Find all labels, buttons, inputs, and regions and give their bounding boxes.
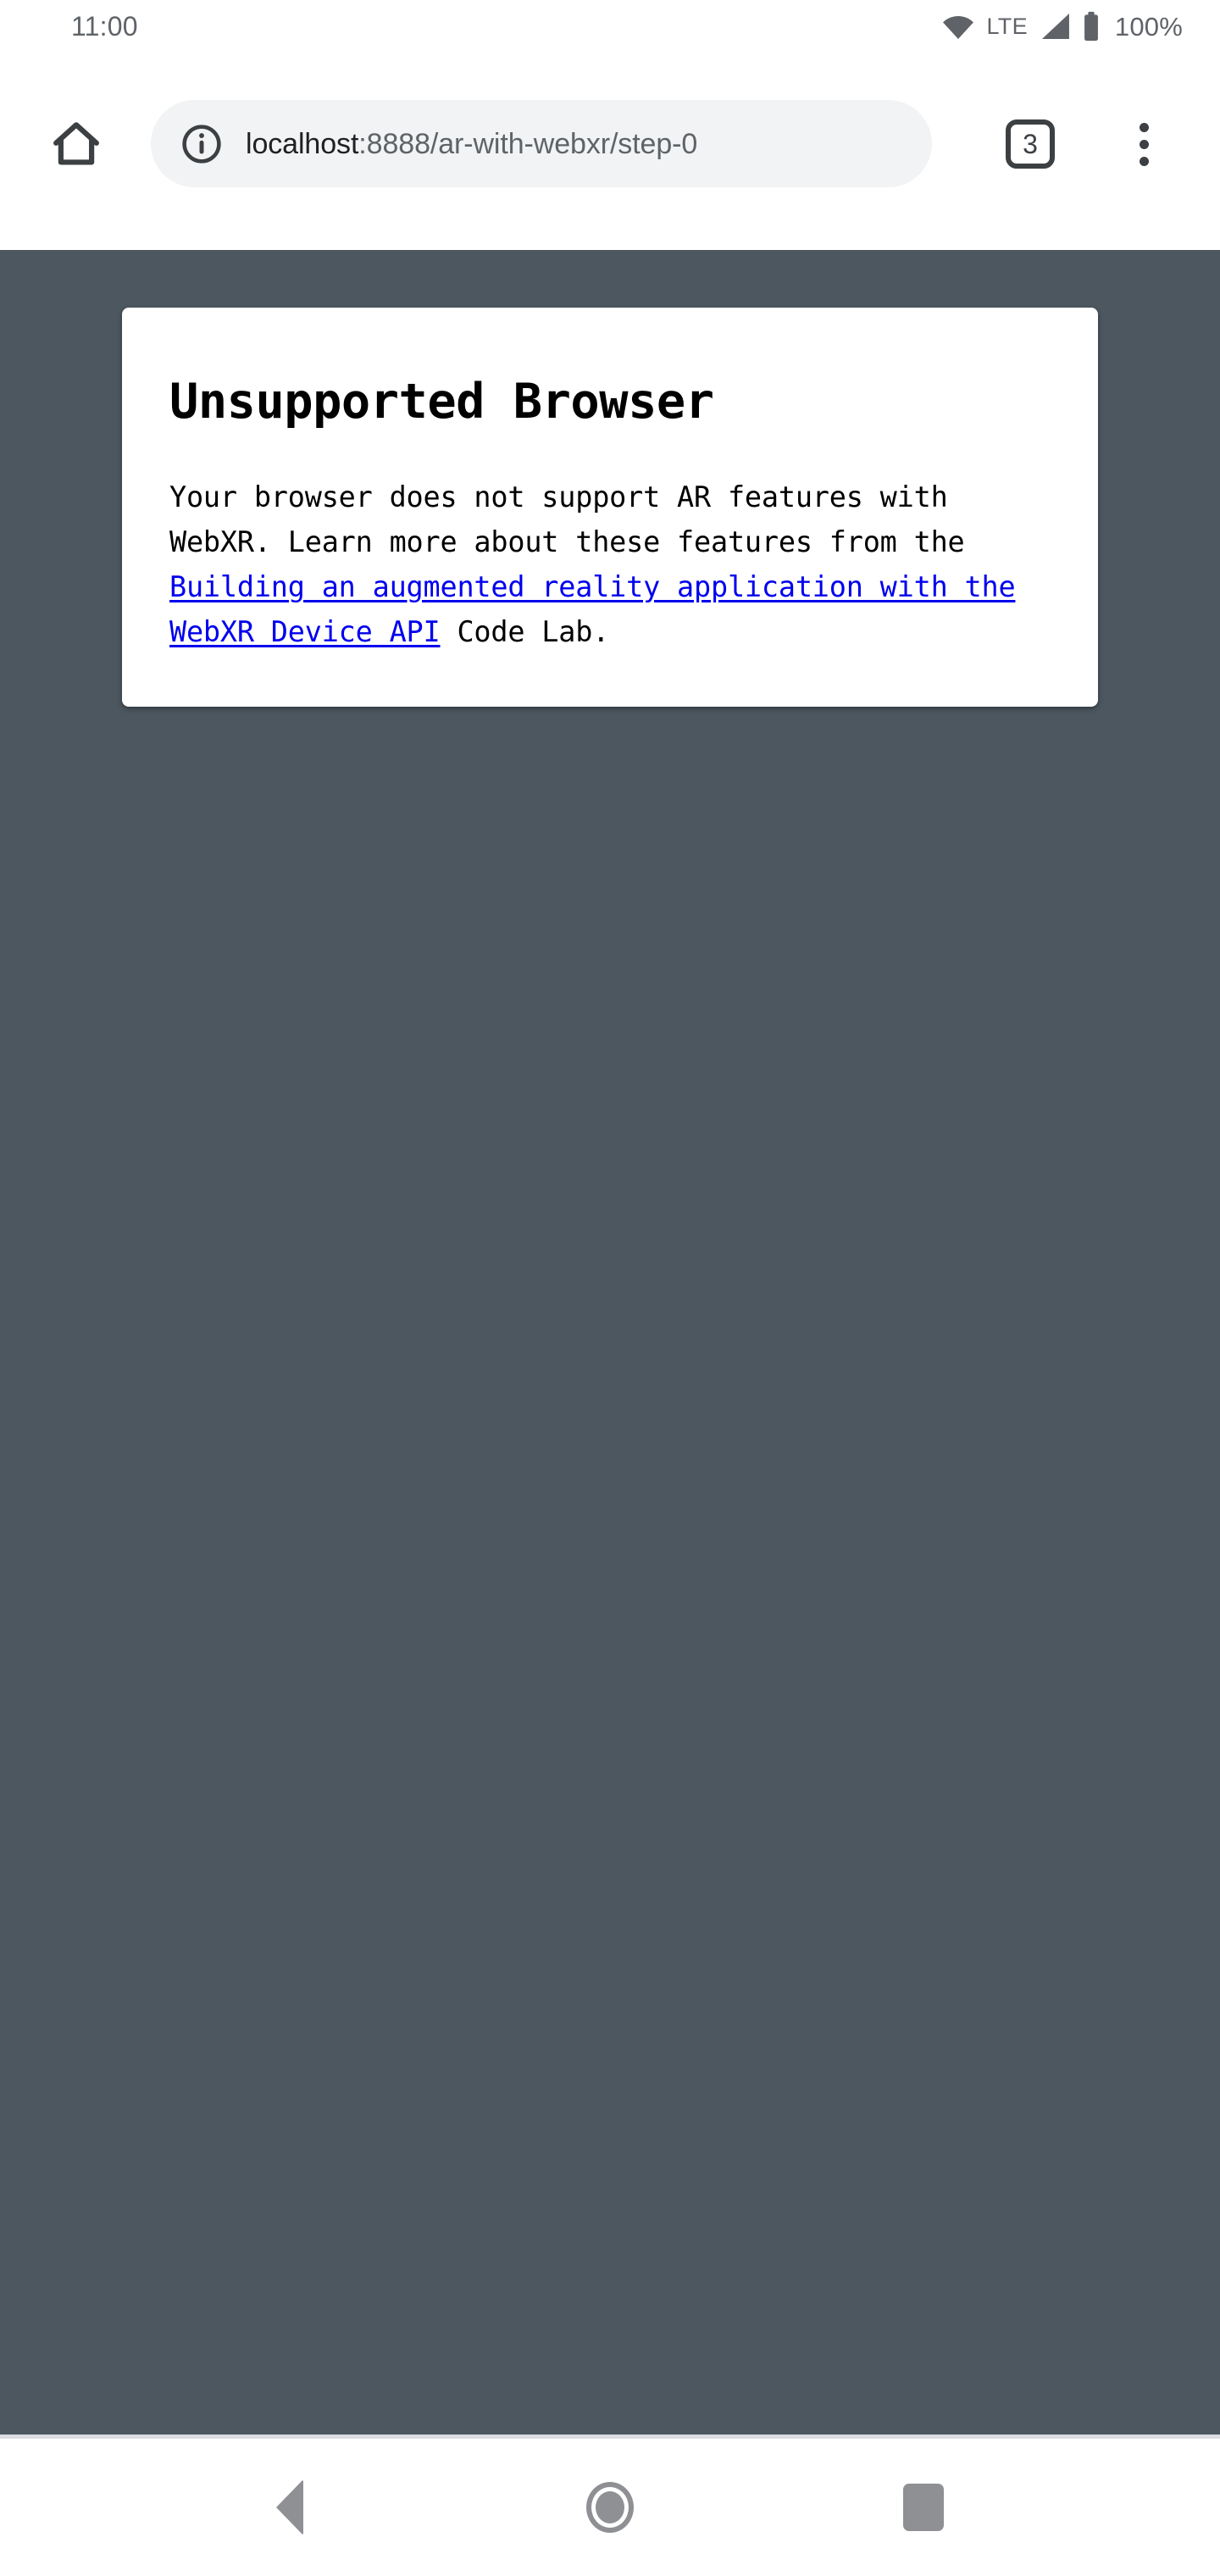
url-bar[interactable]: localhost:8888/ar-with-webxr/step-0	[151, 100, 932, 187]
wifi-icon	[941, 14, 975, 39]
home-circle-icon	[586, 2482, 634, 2533]
status-bar-indicators: LTE 100%	[941, 11, 1183, 42]
tab-switcher-button[interactable]: 3	[996, 110, 1064, 178]
network-type-label: LTE	[986, 13, 1028, 39]
battery-icon	[1082, 11, 1101, 42]
unsupported-browser-card: Unsupported Browser Your browser does no…	[122, 308, 1098, 708]
page-title: Unsupported Browser	[169, 374, 714, 430]
nav-recents-button[interactable]	[839, 2439, 1008, 2576]
url-text: localhost:8888/ar-with-webxr/step-0	[246, 130, 697, 158]
three-dot-menu-icon-dot3	[1139, 156, 1149, 166]
description-text-part2: Code Lab.	[440, 615, 610, 649]
tab-count-box: 3	[1006, 119, 1055, 169]
browser-menu-button[interactable]	[1110, 110, 1178, 178]
nav-home-button[interactable]	[525, 2439, 695, 2576]
nav-back-button[interactable]	[205, 2439, 374, 2576]
browser-toolbar: localhost:8888/ar-with-webxr/step-0 3	[0, 53, 1220, 250]
web-page-viewport: Unsupported Browser Your browser does no…	[0, 250, 1220, 2434]
url-host: localhost	[246, 127, 359, 160]
home-button[interactable]	[37, 105, 115, 183]
url-path: :8888/ar-with-webxr/step-0	[358, 127, 698, 160]
system-navigation-bar	[0, 2439, 1220, 2576]
card-description: Your browser does not support AR feature…	[169, 430, 1051, 654]
three-dot-menu-icon-dot2	[1139, 139, 1149, 149]
home-icon	[50, 119, 103, 169]
tab-count-label: 3	[1023, 129, 1038, 159]
page-info-icon[interactable]	[178, 120, 225, 168]
status-bar-clock: 11:00	[71, 11, 138, 42]
three-dot-menu-icon	[1139, 122, 1149, 132]
recents-square-icon	[903, 2484, 944, 2531]
cell-signal-icon	[1039, 13, 1071, 40]
battery-percentage: 100%	[1114, 11, 1183, 42]
back-triangle-icon	[276, 2479, 303, 2535]
description-text-part1: Your browser does not support AR feature…	[169, 480, 965, 559]
status-bar: 11:00 LTE 100%	[0, 0, 1220, 53]
